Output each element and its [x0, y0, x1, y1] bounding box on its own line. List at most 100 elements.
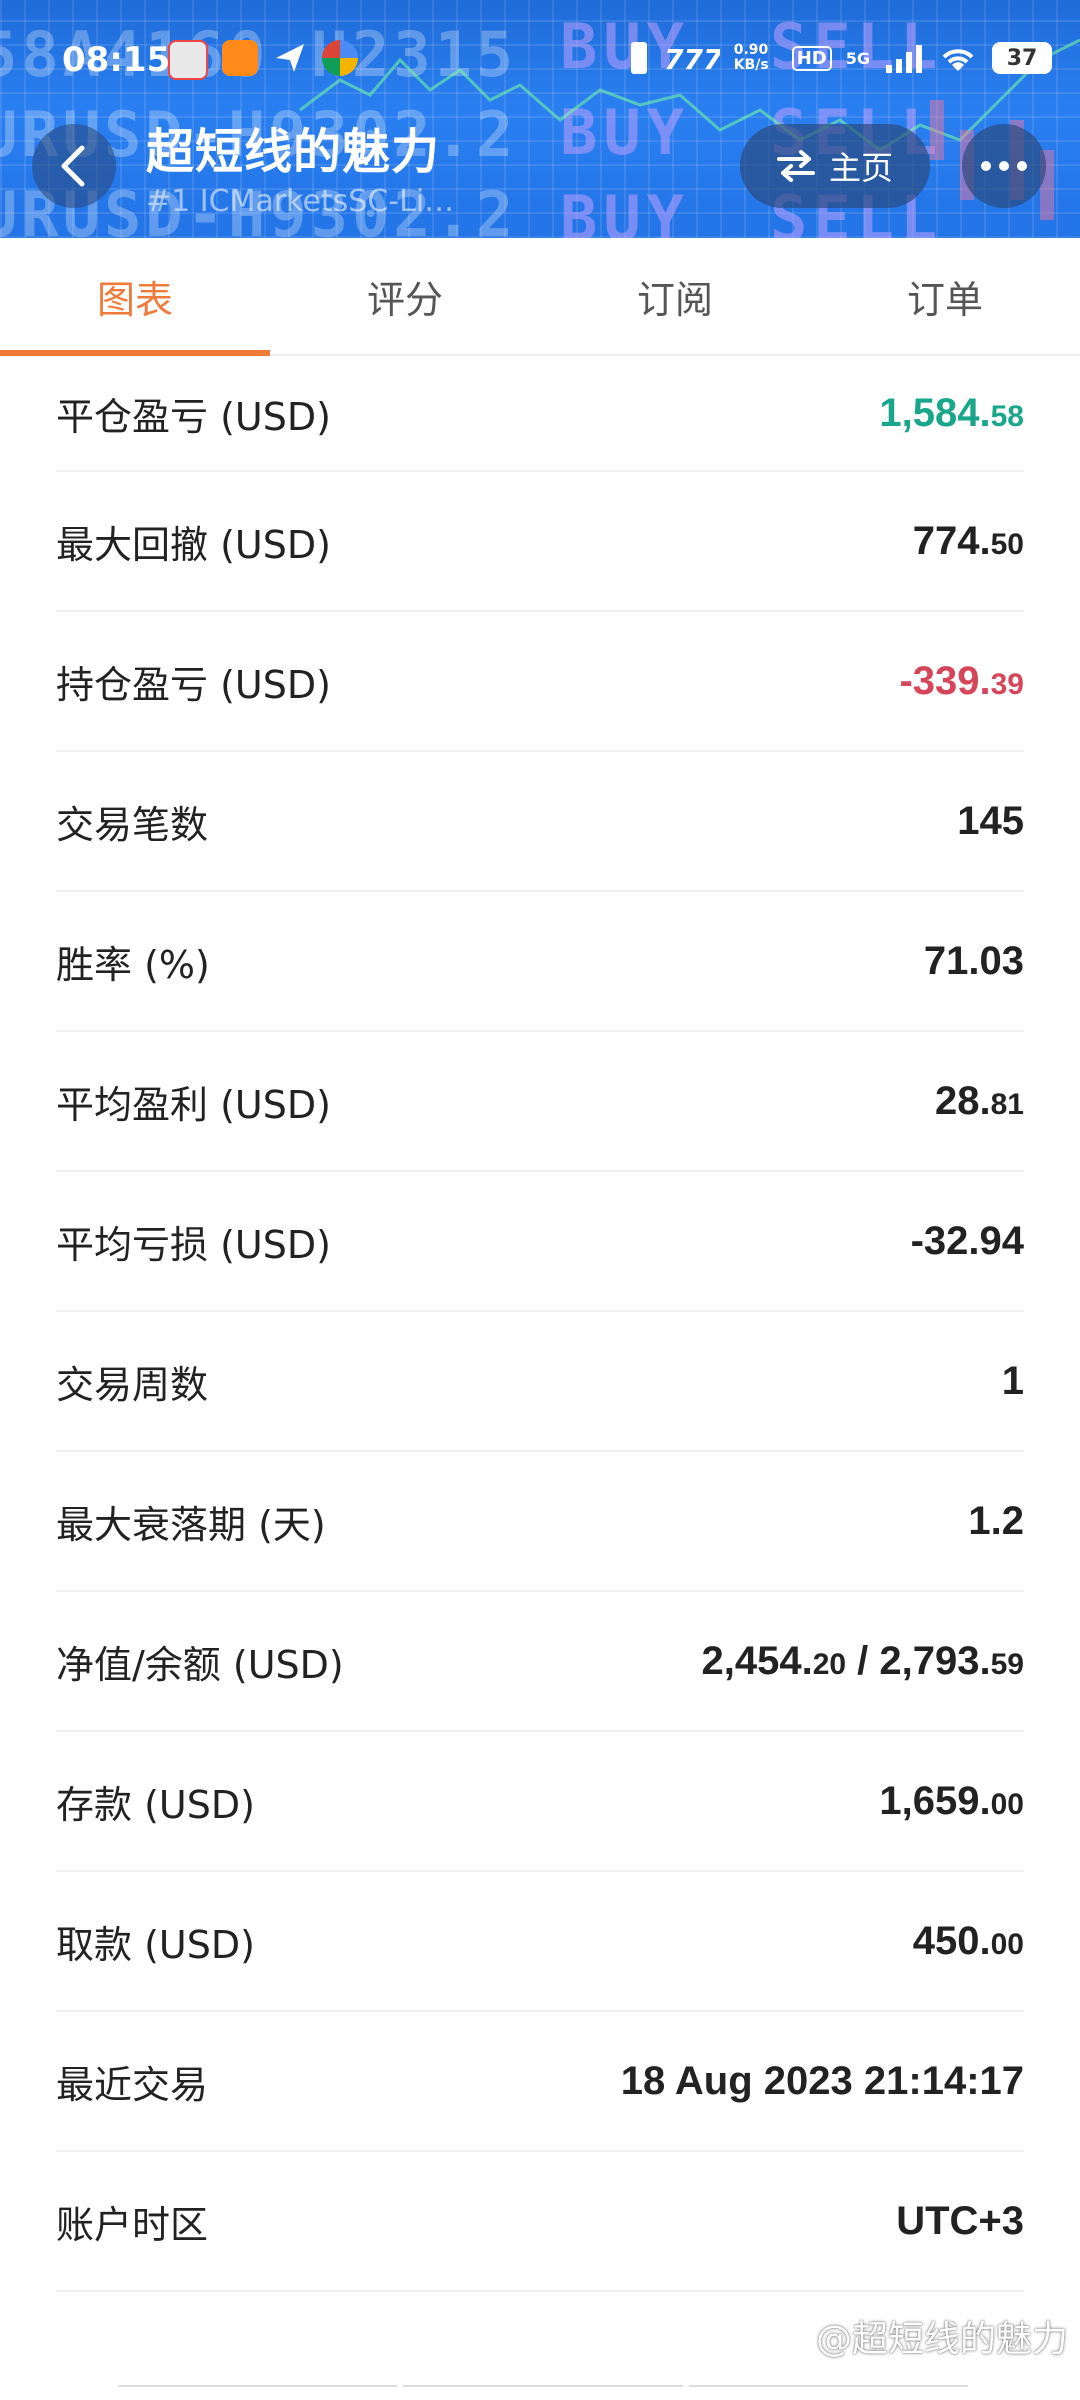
- stat-row: 交易周数 1: [56, 1312, 1024, 1452]
- stat-value-main: 2,454.: [701, 1638, 813, 1683]
- signal-bars-icon: [886, 45, 922, 73]
- wifi-icon: [942, 49, 974, 71]
- net-speed: 0.90 KB/s: [733, 42, 769, 73]
- hd-badge: HD: [791, 45, 832, 71]
- send-icon: [272, 40, 308, 76]
- stat-value-main: -339.: [899, 658, 991, 703]
- status-indicators: 777 0.90 KB/s HD 5G 37: [628, 40, 1052, 76]
- stat-label: 交易笔数: [56, 802, 209, 847]
- stat-row: 最大衰落期 (天) 1.2: [56, 1452, 1024, 1592]
- stat-row: 最大回撤 (USD) 774.50: [56, 472, 1024, 612]
- stat-label: 最大衰落期 (天): [56, 1502, 326, 1547]
- battery-indicator: 37: [992, 42, 1052, 74]
- home-button[interactable]: 主页: [740, 124, 930, 208]
- stat-label: 取款 (USD): [56, 1922, 255, 1967]
- stat-label: 平均盈利 (USD): [56, 1082, 331, 1127]
- stat-label: 净值/余额 (USD): [56, 1642, 344, 1687]
- tab-subscribe[interactable]: 订阅: [540, 238, 810, 354]
- stat-value: 1,584.58: [879, 391, 1024, 436]
- status-bar: 08:15 777 0.90 KB/s HD 5G 37: [0, 28, 1080, 88]
- stat-value: -32.94: [911, 1219, 1024, 1264]
- svg-text:777: 777: [664, 43, 720, 73]
- stat-label: 交易周数: [56, 1362, 209, 1407]
- stat-value: 774.50: [913, 519, 1024, 564]
- more-options-button[interactable]: [962, 124, 1046, 208]
- tab-chart[interactable]: 图表: [0, 238, 270, 356]
- stat-value-decimal: 58: [990, 399, 1024, 433]
- tab-orders[interactable]: 订单: [810, 238, 1080, 354]
- stat-value-decimal: 59: [990, 1647, 1024, 1681]
- app-f-icon: [222, 40, 258, 76]
- stat-value: 18 Aug 2023 21:14:17: [621, 2059, 1024, 2104]
- stat-value-main: 28.: [935, 1078, 991, 1123]
- stat-row: 持仓盈亏 (USD) -339.39: [56, 612, 1024, 752]
- stat-value: 1.2: [968, 1499, 1024, 1544]
- stat-value-main: -32.94: [910, 1218, 1024, 1263]
- stat-row: 平均盈利 (USD) 28.81: [56, 1032, 1024, 1172]
- stat-label: 平仓盈亏 (USD): [56, 394, 331, 439]
- more-dot: [1017, 161, 1027, 171]
- vibrate-icon: [630, 42, 647, 74]
- tab-bar: 图表 评分 订阅 订单: [0, 238, 1080, 356]
- stat-value: 1,659.00: [879, 1779, 1024, 1824]
- account-stats-list: 平仓盈亏 (USD) 1,584.58 最大回撤 (USD) 774.50 持仓盈亏 (…: [0, 356, 1080, 2292]
- home-button-label: 主页: [828, 149, 893, 187]
- carrier-logo-icon: 777: [664, 43, 720, 73]
- page-title: 超短线的魅力: [146, 124, 441, 180]
- stat-label: 存款 (USD): [56, 1782, 255, 1827]
- stat-value: 71.03: [924, 939, 1024, 984]
- notification-icons: [168, 40, 358, 80]
- stat-value-main: 1,584.: [879, 390, 991, 435]
- account-subtitle: #1 ICMarketsSC-Li…: [146, 184, 455, 219]
- watermark: @超短线的魅力: [815, 2319, 1068, 2360]
- stat-label: 最大回撤 (USD): [56, 522, 331, 567]
- stat-value-decimal: 39: [990, 667, 1024, 701]
- stat-value-decimal: 50: [990, 527, 1024, 561]
- weibo-icon: [168, 40, 208, 80]
- stat-row: 存款 (USD) 1,659.00: [56, 1732, 1024, 1872]
- bottom-divider: [118, 2385, 968, 2391]
- more-dot: [999, 161, 1009, 171]
- header-banner: 58A4160 H2315 URUSD-H9302.2 URUSD-H9302.…: [0, 0, 1080, 238]
- stat-label: 持仓盈亏 (USD): [56, 662, 331, 707]
- more-dot: [981, 161, 991, 171]
- stat-value: -339.39: [899, 659, 1024, 704]
- stat-value-main: 145: [957, 798, 1024, 843]
- stat-row: 净值/余额 (USD) 2,454.20 / 2,793.59: [56, 1592, 1024, 1732]
- stat-row: 胜率 (%) 71.03: [56, 892, 1024, 1032]
- signal-label: 5G: [845, 48, 870, 68]
- stat-label: 胜率 (%): [56, 942, 210, 987]
- stat-row: 账户时区 UTC+3: [56, 2152, 1024, 2292]
- tab-rating[interactable]: 评分: [270, 238, 540, 354]
- stat-value: 450.00: [913, 1919, 1024, 1964]
- stat-row: 平仓盈亏 (USD) 1,584.58: [56, 356, 1024, 472]
- stat-row: 最近交易 18 Aug 2023 21:14:17: [56, 2012, 1024, 2152]
- stat-label: 最近交易: [56, 2062, 209, 2107]
- stat-value-main: 1: [1001, 1358, 1024, 1403]
- stat-row: 平均亏损 (USD) -32.94: [56, 1172, 1024, 1312]
- stat-row: 取款 (USD) 450.00: [56, 1872, 1024, 2012]
- stat-value: 28.81: [935, 1079, 1024, 1124]
- stat-value-main: 1.2: [968, 1498, 1024, 1543]
- status-time: 08:15: [62, 40, 171, 80]
- stat-label: 账户时区: [56, 2202, 209, 2247]
- stat-value: 2,454.20 / 2,793.59: [701, 1639, 1024, 1684]
- stat-value-main: 450.: [912, 1918, 991, 1963]
- stat-value: 145: [957, 799, 1024, 844]
- stat-value: 1: [1002, 1359, 1024, 1404]
- stat-value-main: UTC+3: [896, 2198, 1024, 2243]
- stat-value-decimal: 00: [990, 1927, 1024, 1961]
- stat-value-main: / 2,793.: [846, 1638, 991, 1683]
- stat-value-main: 1,659.: [879, 1778, 991, 1823]
- pinwheel-icon: [322, 40, 358, 76]
- stat-value-decimal: 81: [990, 1087, 1024, 1121]
- stat-value-decimal: 20: [812, 1647, 847, 1681]
- stat-value-main: 18 Aug 2023 21:14:17: [620, 2058, 1024, 2103]
- stat-label: 平均亏损 (USD): [56, 1222, 331, 1267]
- stat-row: 交易笔数 145: [56, 752, 1024, 892]
- chevron-left-icon: [61, 145, 85, 187]
- swap-icon: [776, 150, 815, 182]
- back-button[interactable]: [32, 124, 116, 208]
- stat-value-decimal: 00: [990, 1787, 1024, 1821]
- stat-value-main: 71.03: [923, 938, 1024, 983]
